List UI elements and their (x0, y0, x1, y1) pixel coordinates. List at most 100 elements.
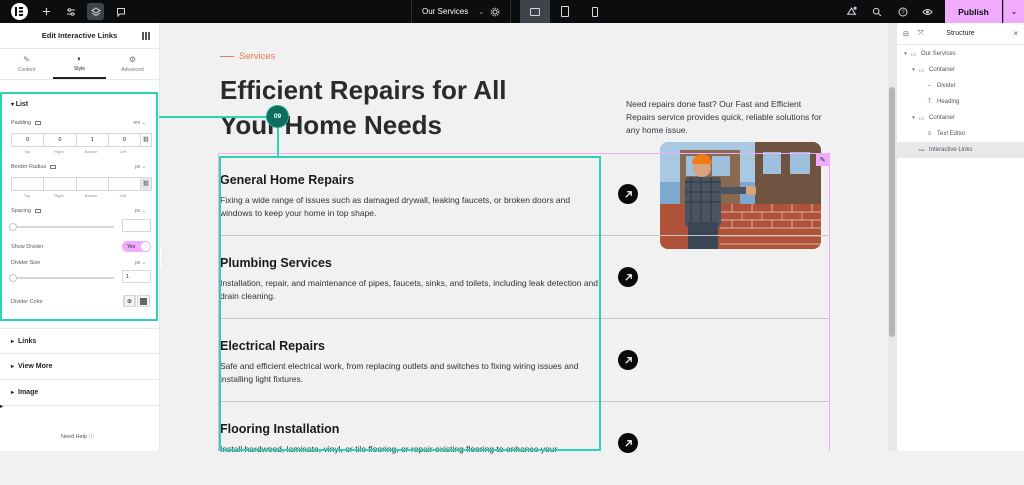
tab-content[interactable]: ✎ Content (0, 49, 53, 79)
divider-icon: ⎯ (927, 82, 931, 89)
spacing-unit-select[interactable]: px ⌄ (135, 208, 146, 214)
divider-size-slider[interactable] (9, 274, 114, 282)
border-radius-label: Border Radius (11, 164, 57, 170)
half-circle-icon: ◐ (77, 54, 82, 63)
slider-handle[interactable] (9, 223, 17, 231)
publish-button[interactable]: Publish (945, 0, 1002, 23)
accordion-view-more[interactable]: View More (0, 353, 159, 379)
padding-top-input[interactable]: 0 (11, 133, 45, 147)
widgets-grid-icon[interactable] (142, 32, 150, 40)
container-icon: ▭ (918, 67, 925, 74)
scrollbar-thumb[interactable] (889, 87, 895, 337)
help-icon: ⓘ (88, 434, 95, 440)
desktop-icon (34, 208, 41, 213)
finder-button[interactable] (868, 3, 885, 20)
padding-side-labels: Top Right Bottom Left (23, 149, 127, 154)
radius-right-input[interactable] (43, 177, 77, 191)
close-icon[interactable]: × (1013, 29, 1018, 38)
page-settings-button[interactable] (486, 3, 503, 20)
border-radius-unit-select[interactable]: px ⌄ (135, 164, 146, 170)
section-eyebrow: Services (220, 51, 275, 62)
radius-left-input[interactable] (107, 177, 141, 191)
desktop-icon (530, 7, 540, 16)
item-link-button[interactable] (618, 267, 638, 287)
item-link-button[interactable] (618, 184, 638, 204)
structure-header: ⊟ ⤧ Structure × (897, 23, 1024, 45)
help-button[interactable]: ? (894, 3, 911, 20)
expand-icon[interactable]: ⤧ (918, 30, 924, 38)
need-help-link[interactable]: Need Help ⓘ (61, 432, 94, 440)
structure-item-label: Container (929, 115, 956, 121)
preview-button[interactable] (919, 3, 936, 20)
link-values-button[interactable]: ⛓ (140, 133, 152, 147)
intro-text[interactable]: Need repairs done fast? Our Fast and Eff… (626, 98, 826, 137)
padding-unit-select[interactable]: em ⌄ (133, 120, 146, 126)
color-swatch (140, 297, 147, 305)
document-title: Our Services (422, 7, 469, 16)
add-element-button[interactable] (38, 3, 55, 20)
canvas-scrollbar[interactable] (888, 23, 896, 451)
editor-panel: Edit Interactive Links ✎ Content ◐ Style ⚙… (0, 23, 160, 451)
connector-line (159, 116, 267, 118)
structure-button[interactable] (87, 3, 104, 20)
structure-item[interactable]: ⊶ Interactive Links (897, 142, 1024, 158)
link-icon: ⛓ (142, 137, 150, 143)
container-icon: ▭ (910, 51, 917, 58)
eye-icon (922, 8, 933, 15)
caret-down-icon[interactable]: ▾ (910, 67, 917, 73)
caret-down-icon[interactable]: ▾ (902, 51, 909, 57)
help-icon: ? (898, 7, 907, 16)
structure-item[interactable]: ≡ Text Editor (897, 126, 1024, 142)
structure-item[interactable]: ▾ ▭ Our Services (897, 46, 1024, 62)
spacing-input[interactable] (122, 219, 151, 232)
radius-bottom-input[interactable] (75, 177, 109, 191)
heading-icon: T (927, 99, 932, 105)
tab-label: Content (17, 67, 36, 73)
tablet-icon (561, 6, 569, 17)
structure-item-label: Text Editor (937, 131, 966, 137)
collapse-all-icon[interactable]: ⊟ (903, 30, 909, 38)
divider-size-input[interactable]: 1 (122, 270, 151, 283)
notifications-icon (846, 6, 857, 15)
accordion-links[interactable]: Links (0, 328, 159, 354)
padding-left-input[interactable]: 0 (107, 133, 141, 147)
item-link-button[interactable] (618, 350, 638, 370)
tab-advanced[interactable]: ⚙ Advanced (106, 49, 159, 79)
device-switcher (520, 0, 610, 23)
padding-label: Padding (11, 120, 42, 126)
comments-button[interactable] (112, 3, 129, 20)
divider-size-unit-select[interactable]: px ⌄ (135, 260, 146, 266)
tablet-view-button[interactable] (550, 0, 580, 23)
panel-tabs: ✎ Content ◐ Style ⚙ Advanced (0, 49, 159, 80)
step-badge: 09 (266, 105, 289, 128)
structure-item[interactable]: ▾ ▭ Container (897, 110, 1024, 126)
show-divider-toggle[interactable]: Yes (122, 241, 151, 252)
tab-style[interactable]: ◐ Style (53, 49, 106, 79)
structure-panel: ⊟ ⤧ Structure × ▾ ▭ Our Services ▾ ▭ Containe… (896, 23, 1024, 451)
mobile-view-button[interactable] (580, 0, 610, 23)
structure-item[interactable]: ▾ ▭ Container (897, 62, 1024, 78)
desktop-icon (35, 120, 42, 125)
radius-top-input[interactable] (11, 177, 45, 191)
text-editor-icon: ≡ (927, 131, 932, 137)
publish-options-button[interactable]: ⌄ (1003, 0, 1024, 23)
padding-bottom-input[interactable]: 1 (75, 133, 109, 147)
desktop-view-button[interactable] (520, 0, 550, 23)
spacing-slider[interactable] (9, 223, 114, 231)
mobile-icon (592, 6, 598, 17)
item-link-button[interactable] (618, 433, 638, 453)
global-colors-button[interactable]: ⊕ (123, 295, 136, 307)
color-picker-button[interactable] (137, 295, 150, 307)
section-heading-list[interactable]: List (11, 101, 28, 108)
slider-handle[interactable] (9, 274, 17, 282)
structure-item[interactable]: T Heading (897, 94, 1024, 110)
comments-icon (116, 7, 125, 17)
elementor-logo-icon[interactable] (11, 3, 28, 20)
link-values-button[interactable]: ⛓ (140, 177, 152, 191)
structure-item[interactable]: ⎯ Divider (897, 78, 1024, 94)
padding-right-input[interactable]: 0 (43, 133, 77, 147)
notifications-button[interactable] (843, 3, 860, 20)
caret-down-icon[interactable]: ▾ (910, 115, 917, 121)
accordion-image[interactable]: Image (0, 379, 159, 405)
site-settings-button[interactable] (62, 3, 79, 20)
